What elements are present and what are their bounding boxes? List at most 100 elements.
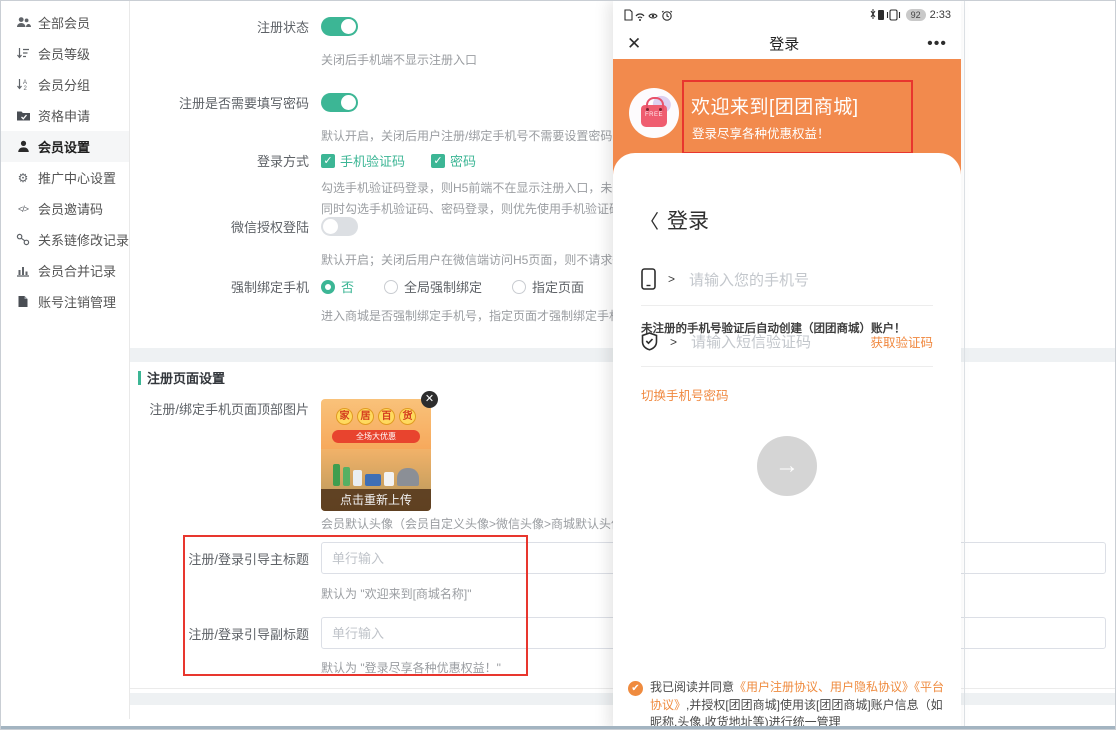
statusbar-left-icons	[623, 8, 681, 22]
need-password-hint: 默认开启，关闭后用户注册/绑定手机号不需要设置密码！	[321, 127, 624, 144]
sidebar-item-label: 全部会员	[38, 13, 90, 32]
sms-code-field[interactable]: > 请输入短信验证码 获取验证码	[641, 331, 933, 352]
radio-dot-icon	[321, 280, 335, 294]
welcome-title: 欢迎来到[团团商城]	[691, 92, 859, 119]
agreement-text: 我已阅读并同意《用户注册协议、用户隐私协议》《平台协议》,并授权[团团商城]使用…	[650, 679, 948, 730]
sort-group-icon: A2	[15, 77, 31, 93]
input-underline	[641, 305, 933, 306]
force-bind-radio-global[interactable]: 全局强制绑定	[384, 277, 482, 296]
gear-icon: ⚙	[15, 170, 31, 186]
remove-image-icon[interactable]: ✕	[421, 391, 438, 408]
mobile-login-preview: 92 2:33 ✕ 登录 ••• FREE 欢迎来到[团团商城] 登录尽享各种优…	[613, 1, 961, 730]
battery-indicator: 92	[906, 9, 926, 21]
top-image-upload-preview[interactable]: 家 居 百 货 全场大优惠 点击重新上传 ✕	[321, 399, 431, 511]
register-status-hint: 关闭后手机端不显示注册入口	[321, 51, 477, 68]
sub-title-label: 注册/登录引导副标题	[130, 624, 321, 643]
chevron-right-icon: >	[670, 335, 677, 349]
sidebar-item-merge-log[interactable]: 会员合并记录	[1, 255, 129, 286]
member-sidebar: 全部会员 会员等级 A2 会员分组 资格申请 会员设置 ⚙ 推广中心设置 </>…	[1, 1, 130, 719]
need-password-label: 注册是否需要填写密码	[130, 93, 321, 112]
sub-title-hint: 默认为 "登录尽享各种优惠权益！"	[321, 659, 501, 676]
section-marker	[138, 371, 141, 385]
sidebar-item-label: 会员等级	[38, 44, 90, 63]
link-icon	[15, 232, 31, 248]
phone-number-field[interactable]: > 请输入您的手机号	[641, 268, 933, 290]
login-mode-checkbox-password[interactable]: ✓ 密码	[431, 151, 476, 170]
need-password-toggle[interactable]	[321, 93, 358, 112]
close-icon[interactable]: ✕	[627, 34, 641, 54]
checkbox-check-icon: ✓	[431, 154, 445, 168]
sidebar-item-label: 推广中心设置	[38, 168, 116, 187]
content-edge-line	[964, 1, 965, 730]
login-mode-checkbox-sms[interactable]: ✓ 手机验证码	[321, 151, 405, 170]
promo-goods	[321, 449, 431, 489]
sidebar-item-label: 会员邀请码	[38, 199, 103, 218]
agree-check-icon[interactable]: ✔	[628, 681, 643, 696]
get-code-button[interactable]: 获取验证码	[870, 332, 933, 351]
input-underline	[641, 366, 933, 367]
statusbar-time: 2:33	[930, 9, 951, 21]
wechat-auth-toggle[interactable]	[321, 217, 358, 236]
promo-ribbon: 全场大优惠	[332, 430, 420, 443]
phone-navbar: ✕ 登录 •••	[613, 28, 961, 59]
sidebar-item-relation-log[interactable]: 关系链修改记录	[1, 224, 129, 255]
sidebar-item-label: 会员分组	[38, 75, 90, 94]
welcome-subtitle: 登录尽享各种优惠权益！	[692, 123, 830, 142]
submit-arrow-button[interactable]: →	[757, 436, 817, 496]
bottom-edge-strip	[1, 726, 1115, 729]
sidebar-item-label: 资格申请	[38, 106, 90, 125]
statusbar-right-icons	[868, 8, 902, 21]
sidebar-item-promotion-settings[interactable]: ⚙ 推广中心设置	[1, 162, 129, 193]
svg-text:2: 2	[24, 86, 28, 91]
back-chevron-icon[interactable]: 〈	[640, 212, 659, 233]
sidebar-item-label: 会员设置	[38, 137, 90, 156]
sidebar-item-invite-code[interactable]: </> 会员邀请码	[1, 193, 129, 224]
sidebar-item-label: 会员合并记录	[38, 261, 116, 280]
folder-check-icon	[15, 108, 31, 124]
login-card: 〈登录 > 请输入您的手机号 未注册的手机号验证后自动创建（团团商城）账户！ >…	[613, 153, 961, 730]
login-heading: 〈登录	[640, 205, 709, 235]
register-page-section-header: 注册页面设置	[138, 368, 225, 387]
force-bind-radio-page[interactable]: 指定页面	[512, 277, 584, 296]
sort-level-icon	[15, 46, 31, 62]
sidebar-item-all-members[interactable]: 全部会员	[1, 7, 129, 38]
sidebar-item-member-settings[interactable]: 会员设置	[1, 131, 129, 162]
chevron-right-icon: >	[668, 272, 675, 286]
code-icon: </>	[15, 201, 31, 217]
sidebar-item-member-levels[interactable]: 会员等级	[1, 38, 129, 69]
switch-login-mode-link[interactable]: 切换手机号密码	[641, 385, 729, 404]
shopping-bag-icon: FREE	[641, 105, 667, 127]
reupload-button[interactable]: 点击重新上传	[321, 489, 431, 511]
sidebar-item-account-cancel[interactable]: 账号注销管理	[1, 286, 129, 317]
phone-statusbar: 92 2:33	[613, 1, 961, 28]
force-bind-radio-no[interactable]: 否	[321, 277, 354, 296]
register-status-label: 注册状态	[130, 17, 321, 36]
user-icon	[15, 139, 31, 155]
sidebar-item-label: 账号注销管理	[38, 292, 116, 311]
login-mode-label: 登录方式	[130, 151, 321, 170]
wechat-auth-label: 微信授权登陆	[130, 217, 321, 236]
avatar-hint: 会员默认头像（会员自定义头像>微信头像>商城默认头像）	[321, 515, 635, 532]
arrow-right-icon: →	[775, 452, 799, 480]
smartphone-icon	[641, 268, 656, 290]
register-status-toggle[interactable]	[321, 17, 358, 36]
checkbox-check-icon: ✓	[321, 154, 335, 168]
radio-dot-icon	[512, 280, 526, 294]
force-bind-label: 强制绑定手机	[130, 277, 321, 296]
file-icon	[15, 294, 31, 310]
promo-coins: 家 居 百 货	[321, 399, 431, 425]
app-window: 全部会员 会员等级 A2 会员分组 资格申请 会员设置 ⚙ 推广中心设置 </>…	[0, 0, 1116, 730]
main-title-label: 注册/登录引导主标题	[130, 549, 321, 568]
users-icon	[15, 15, 31, 31]
chart-icon	[15, 263, 31, 279]
shield-check-icon	[641, 332, 658, 351]
phone-input-placeholder: 请输入您的手机号	[689, 269, 809, 290]
force-bind-hint: 进入商城是否强制绑定手机号，指定页面才强制绑定手机	[321, 307, 621, 324]
sidebar-item-qualification[interactable]: 资格申请	[1, 100, 129, 131]
more-icon[interactable]: •••	[927, 35, 947, 53]
main-title-hint: 默认为 "欢迎来到[商城名称]"	[321, 585, 472, 602]
sidebar-item-member-groups[interactable]: A2 会员分组	[1, 69, 129, 100]
section-title: 注册页面设置	[147, 368, 225, 387]
radio-dot-icon	[384, 280, 398, 294]
sidebar-item-label: 关系链修改记录	[38, 230, 129, 249]
